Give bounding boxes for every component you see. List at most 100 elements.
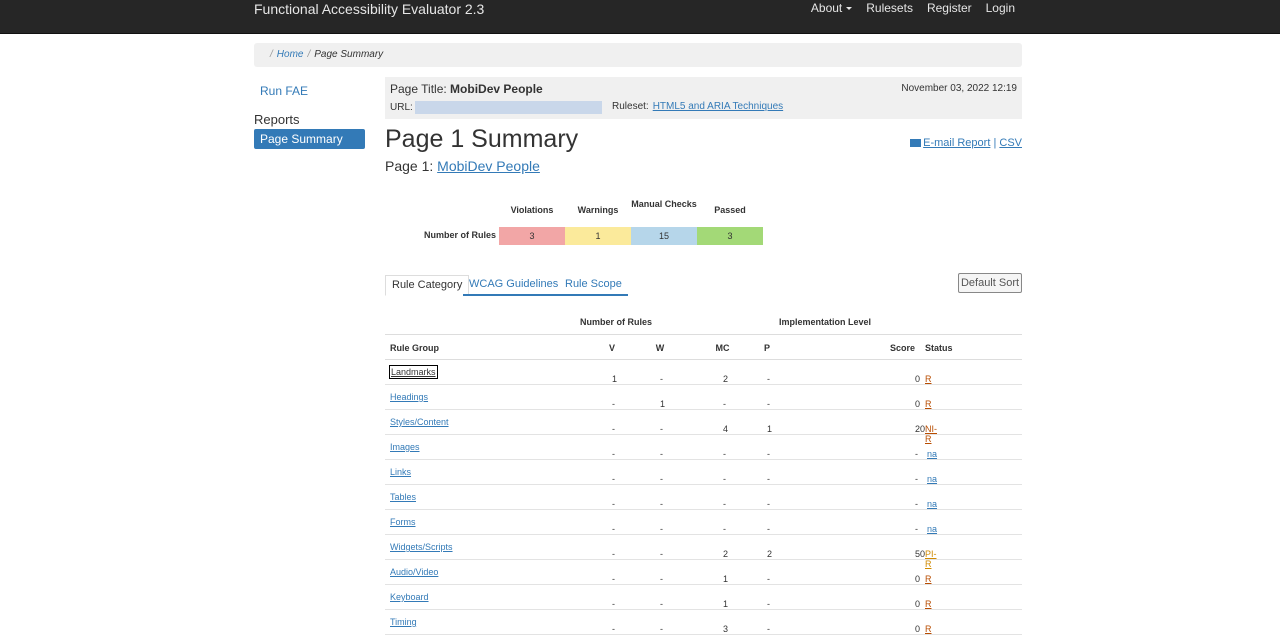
col-status[interactable]: Status bbox=[925, 343, 953, 353]
summary-header-manual: Manual Checks bbox=[631, 199, 697, 209]
col-mc[interactable]: MC bbox=[710, 343, 735, 353]
table-row: Keyboard - - 1 - 0 R bbox=[385, 585, 1022, 610]
table-header-row: Rule Group V W MC P Score Status bbox=[385, 334, 1022, 360]
table-row: Links - - - - - na bbox=[385, 460, 1022, 485]
col-score[interactable]: Score bbox=[865, 343, 915, 353]
cell-p: - bbox=[767, 624, 770, 634]
rule-group-link[interactable]: Images bbox=[390, 442, 420, 452]
nav-login[interactable]: Login bbox=[986, 1, 1015, 15]
cell-mc: 4 bbox=[723, 424, 729, 434]
ruleset-link[interactable]: HTML5 and ARIA Techniques bbox=[653, 101, 783, 112]
table-row: Audio/Video - - 1 - 0 R bbox=[385, 560, 1022, 585]
breadcrumb-current: Page Summary bbox=[314, 49, 384, 60]
cell-p: - bbox=[767, 399, 770, 409]
cell-mc: - bbox=[723, 474, 726, 484]
col-v[interactable]: V bbox=[607, 343, 617, 353]
nav-about[interactable]: About bbox=[811, 1, 853, 15]
cell-w: - bbox=[660, 424, 663, 434]
cell-v: - bbox=[612, 549, 615, 559]
cell-score: 0 bbox=[915, 624, 921, 634]
cell-mc: 1 bbox=[723, 574, 729, 584]
cell-p: - bbox=[767, 574, 770, 584]
brand-title[interactable]: Functional Accessibility Evaluator 2.3 bbox=[254, 1, 484, 17]
tab-wcag-guidelines[interactable]: WCAG Guidelines bbox=[463, 275, 565, 296]
table-row: Forms - - - - - na bbox=[385, 510, 1022, 535]
url-redacted bbox=[414, 101, 602, 114]
rule-group-link-cell: Images bbox=[390, 442, 420, 452]
sidebar: Run FAE Reports Page Summary bbox=[254, 84, 365, 149]
nav-register[interactable]: Register bbox=[927, 1, 972, 15]
cell-status[interactable]: na bbox=[927, 474, 937, 484]
col-rule-group[interactable]: Rule Group bbox=[390, 343, 439, 353]
cell-status[interactable]: na bbox=[927, 499, 937, 509]
nav-rulesets[interactable]: Rulesets bbox=[866, 1, 913, 15]
report-links: E-mail Report | CSV bbox=[910, 137, 1022, 149]
cell-score: - bbox=[915, 449, 918, 459]
csv-link[interactable]: CSV bbox=[999, 137, 1022, 149]
tab-rule-scope[interactable]: Rule Scope bbox=[559, 275, 628, 296]
table-row: Timing - - 3 - 0 R bbox=[385, 610, 1022, 635]
table-row: Styles/Content - -4 1 20 NI-R bbox=[385, 410, 1022, 444]
rule-group-link-cell: Links bbox=[390, 467, 411, 477]
cell-mc: - bbox=[723, 524, 726, 534]
cell-w: 1 bbox=[660, 399, 666, 409]
cell-status[interactable]: na bbox=[927, 449, 937, 459]
summary-passed-count: 3 bbox=[697, 227, 763, 245]
cell-status[interactable]: R bbox=[925, 624, 932, 634]
cell-p: 1 bbox=[767, 424, 773, 434]
summary-violations-count: 3 bbox=[499, 227, 565, 245]
breadcrumb: / Home / Page Summary bbox=[254, 43, 1022, 67]
table-row: Widgets/Scripts - -2 2 50 PI-R bbox=[385, 535, 1022, 569]
cell-v: - bbox=[612, 524, 615, 534]
cell-score: - bbox=[915, 499, 918, 509]
table-row: Images - - - - - na bbox=[385, 435, 1022, 460]
page-subheading: Page 1: MobiDev People bbox=[385, 158, 540, 174]
rule-group-link[interactable]: Headings bbox=[390, 392, 428, 402]
cell-status[interactable]: R bbox=[925, 374, 932, 384]
summary-header-violations: Violations bbox=[510, 205, 554, 215]
tab-rule-category[interactable]: Rule Category bbox=[385, 275, 470, 296]
rule-group-link[interactable]: Audio/Video bbox=[390, 567, 438, 577]
summary-header-passed: Passed bbox=[714, 205, 746, 215]
cell-status[interactable]: R bbox=[925, 574, 932, 584]
page-info-header: Page Title: MobiDev People November 03, … bbox=[385, 77, 1022, 119]
rule-group-link[interactable]: Tables bbox=[390, 492, 416, 502]
cell-mc: 2 bbox=[723, 549, 729, 559]
rule-group-link[interactable]: Timing bbox=[390, 617, 417, 627]
cell-v: - bbox=[612, 624, 615, 634]
cell-score: 0 bbox=[915, 374, 921, 384]
rule-group-link[interactable]: Widgets/Scripts bbox=[390, 542, 453, 552]
cell-v: - bbox=[612, 499, 615, 509]
rule-group-link[interactable]: Keyboard bbox=[390, 592, 429, 602]
cell-score: 0 bbox=[915, 399, 921, 409]
subheading-link[interactable]: MobiDev People bbox=[437, 158, 540, 174]
cell-v: - bbox=[612, 424, 615, 434]
rule-group-link-cell: Timing bbox=[390, 617, 417, 627]
cell-mc: 2 bbox=[723, 374, 729, 384]
sidebar-page-summary[interactable]: Page Summary bbox=[254, 129, 365, 149]
header-number-of-rules: Number of Rules bbox=[580, 317, 653, 327]
cell-p: 2 bbox=[767, 549, 773, 559]
rule-group-link[interactable]: Styles/Content bbox=[390, 417, 449, 427]
col-w[interactable]: W bbox=[655, 343, 665, 353]
rule-group-link[interactable]: Links bbox=[390, 467, 411, 477]
page-url: URL: bbox=[390, 101, 602, 114]
cell-w: - bbox=[660, 374, 663, 384]
sidebar-run-fae[interactable]: Run FAE bbox=[254, 84, 365, 98]
evaluation-date: November 03, 2022 12:19 bbox=[901, 83, 1017, 94]
rule-group-link[interactable]: Landmarks bbox=[389, 365, 438, 379]
email-report-link[interactable]: E-mail Report bbox=[923, 137, 990, 149]
cell-score: 20 bbox=[915, 424, 926, 434]
cell-w: - bbox=[660, 624, 663, 634]
summary-manual-count: 15 bbox=[631, 227, 697, 245]
rule-group-link[interactable]: Forms bbox=[390, 517, 416, 527]
col-p[interactable]: P bbox=[762, 343, 772, 353]
cell-score: 50 bbox=[915, 549, 926, 559]
cell-status[interactable]: na bbox=[927, 524, 937, 534]
default-sort-button[interactable]: Default Sort bbox=[958, 273, 1022, 293]
cell-status[interactable]: R bbox=[925, 399, 932, 409]
cell-status[interactable]: R bbox=[925, 599, 932, 609]
cell-p: - bbox=[767, 499, 770, 509]
cell-mc: 3 bbox=[723, 624, 729, 634]
breadcrumb-home[interactable]: Home bbox=[277, 49, 304, 60]
